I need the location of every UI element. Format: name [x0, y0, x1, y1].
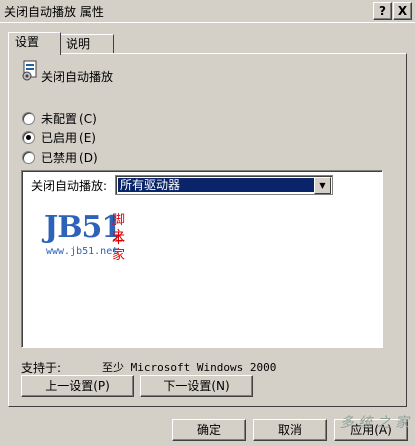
radio-disabled[interactable]: 已禁用 (D)	[22, 149, 98, 166]
options-box: 关闭自动播放: 所有驱动器 ▼ JB51 脚本 之家 www.jb51.net	[21, 170, 383, 348]
radio-label: 未配置	[41, 112, 78, 126]
chevron-down-icon[interactable]: ▼	[314, 177, 331, 194]
window-title: 关闭自动播放 属性	[4, 5, 104, 19]
radio-label: 已启用	[41, 131, 78, 145]
watermark-logo: JB51 脚本 之家 www.jb51.net	[44, 210, 125, 263]
ok-button[interactable]: 确定	[172, 419, 246, 441]
supported-value: 至少 Microsoft Windows 2000	[102, 361, 277, 374]
radio-label: 已禁用	[41, 151, 78, 165]
watermark-jb51: JB51	[44, 210, 122, 245]
tab-settings[interactable]: 设置	[8, 32, 61, 55]
next-setting-button[interactable]: 下一设置(N)	[140, 375, 253, 397]
drive-select-value: 所有驱动器	[118, 178, 316, 192]
corner-watermark: 多 统 之 家	[339, 415, 409, 431]
options-label: 关闭自动播放:	[31, 179, 108, 193]
help-button[interactable]: ?	[373, 2, 392, 20]
supported-label: 支持于:	[21, 361, 62, 375]
cancel-button[interactable]: 取消	[253, 419, 327, 441]
prev-setting-button[interactable]: 上一设置(P)	[21, 375, 134, 397]
drive-select[interactable]: 所有驱动器 ▼	[115, 175, 333, 195]
radio-accel: (D)	[79, 150, 98, 165]
radio-icon[interactable]	[22, 131, 35, 144]
radio-enabled[interactable]: 已启用 (E)	[22, 129, 96, 146]
radio-accel: (C)	[79, 111, 97, 126]
radio-not-configured[interactable]: 未配置 (C)	[22, 110, 97, 127]
close-button[interactable]: X	[393, 2, 412, 20]
tab-explain[interactable]: 说明	[59, 34, 114, 54]
policy-icon	[22, 60, 37, 81]
title-bar: 关闭自动播放 属性 ? X	[0, 0, 415, 23]
policy-title: 关闭自动播放	[41, 70, 114, 84]
watermark-url: www.jb51.net	[46, 246, 119, 257]
radio-icon[interactable]	[22, 112, 35, 125]
watermark-line2: 之家	[112, 229, 126, 263]
radio-icon[interactable]	[22, 151, 35, 164]
radio-accel: (E)	[79, 130, 96, 145]
